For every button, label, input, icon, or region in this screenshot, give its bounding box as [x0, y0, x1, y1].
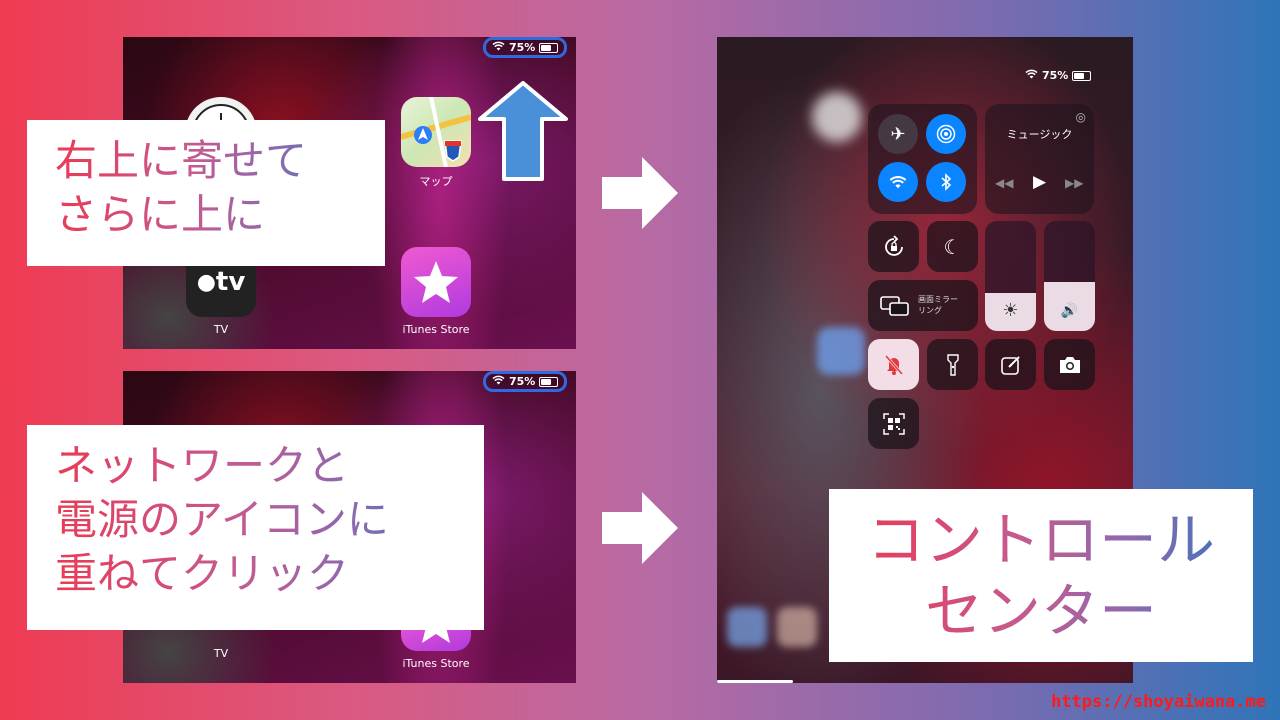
blurred-dock-icon	[727, 607, 767, 647]
battery-icon	[539, 376, 559, 387]
speaker-icon: 🔊	[1060, 303, 1079, 319]
music-label: ミュージック	[1006, 128, 1073, 141]
battery-percent: 75%	[1042, 69, 1069, 82]
sun-icon: ☀	[1002, 300, 1019, 321]
instruction-top-box: 右上に寄せて さらに上に	[27, 120, 385, 266]
airplane-mode-toggle[interactable]: ✈	[878, 114, 918, 154]
wifi-icon	[889, 176, 907, 189]
status-wifi-battery[interactable]: 75%	[483, 371, 568, 392]
do-not-disturb-button[interactable]: ☾	[927, 221, 978, 272]
wifi-icon	[492, 41, 505, 54]
app-label: TV	[213, 323, 229, 336]
app-tv[interactable]: TV	[186, 647, 256, 660]
bluetooth-icon	[941, 173, 952, 191]
mirroring-label: リング	[918, 305, 942, 315]
airplay-icon[interactable]: ◎	[1076, 110, 1086, 124]
play-icon[interactable]: ▶	[1033, 172, 1046, 192]
instruction-line: さらに上に	[55, 188, 357, 242]
instruction-line: ネットワークと	[55, 439, 456, 493]
up-arrow-icon	[478, 81, 568, 185]
moon-icon: ☾	[943, 234, 962, 259]
battery-percent: 75%	[509, 375, 536, 388]
rotation-lock-icon	[884, 234, 903, 256]
result-label-box: コントロール センター	[829, 489, 1253, 662]
airdrop-icon	[936, 124, 956, 144]
airdrop-toggle[interactable]	[926, 114, 966, 154]
result-line: センター	[849, 576, 1233, 647]
instruction-line: 重ねてクリック	[55, 547, 456, 601]
result-line: コントロール	[849, 505, 1233, 576]
next-track-icon[interactable]: ▶▶	[1065, 176, 1083, 190]
screen-mirroring-icon	[880, 295, 909, 316]
camera-button[interactable]	[1044, 339, 1095, 390]
mirroring-label: 画面ミラー	[918, 295, 958, 305]
itunes-star-icon	[401, 247, 471, 317]
app-label: iTunes Store	[402, 657, 470, 670]
app-maps[interactable]: マップ	[400, 96, 472, 189]
silent-mode-button[interactable]	[868, 339, 919, 390]
instruction-line: 電源のアイコンに	[55, 493, 456, 547]
previous-track-icon[interactable]: ◀◀	[995, 176, 1013, 190]
battery-icon	[1072, 70, 1092, 81]
home-indicator[interactable]	[717, 680, 793, 683]
bluetooth-toggle[interactable]	[926, 162, 966, 202]
wifi-icon	[492, 375, 505, 388]
maps-icon	[400, 96, 472, 168]
app-itunes-store[interactable]: iTunes Store	[401, 247, 471, 336]
music-panel[interactable]: ◎ ミュージック ◀◀ ▶ ▶▶	[985, 104, 1094, 214]
brightness-slider[interactable]: ☀	[985, 221, 1036, 331]
bell-slash-icon	[884, 354, 903, 375]
airplane-icon: ✈	[890, 123, 906, 145]
wifi-toggle[interactable]	[878, 162, 918, 202]
blurred-dock-icon	[777, 607, 817, 647]
compose-icon	[1000, 355, 1020, 375]
right-arrow-icon	[600, 155, 680, 235]
notes-button[interactable]	[985, 339, 1036, 390]
qr-scanner-button[interactable]	[868, 398, 919, 449]
app-label: マップ	[419, 175, 453, 188]
status-wifi-battery[interactable]: 75%	[483, 37, 568, 58]
instruction-bottom-box: ネットワークと 電源のアイコンに 重ねてクリック	[27, 425, 484, 630]
app-label: iTunes Store	[402, 323, 470, 336]
wifi-icon	[1025, 69, 1038, 82]
orientation-lock-button[interactable]	[868, 221, 919, 272]
camera-icon	[1059, 356, 1080, 373]
qr-code-icon	[882, 412, 905, 435]
flashlight-icon	[946, 353, 959, 376]
apple-logo-icon: ●	[196, 269, 216, 295]
battery-icon	[539, 42, 559, 53]
right-arrow-icon	[600, 490, 680, 570]
cc-status-bar: 75%	[1025, 69, 1092, 82]
blurred-icon	[812, 92, 862, 142]
flashlight-button[interactable]	[927, 339, 978, 390]
app-label: TV	[213, 647, 229, 660]
site-url[interactable]: https://shoyaiwana.me	[1051, 692, 1266, 712]
instruction-line: 右上に寄せて	[55, 134, 357, 188]
screen-mirroring-button[interactable]: 画面ミラー リング	[868, 280, 978, 331]
battery-percent: 75%	[509, 41, 536, 54]
volume-slider[interactable]: 🔊	[1044, 221, 1095, 331]
blurred-icon	[817, 327, 865, 375]
